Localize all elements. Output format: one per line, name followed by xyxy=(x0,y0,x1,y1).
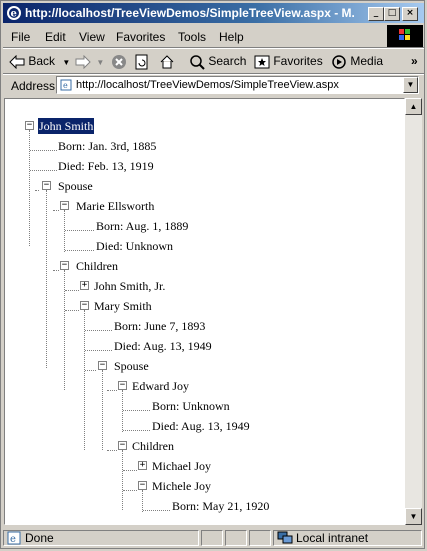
windows-logo-icon xyxy=(387,25,423,47)
expand-icon[interactable]: + xyxy=(80,281,89,290)
tree-view: − − − − + − − − − + − John Smith Born: J… xyxy=(5,99,404,524)
scroll-up-button[interactable]: ▲ xyxy=(405,98,422,115)
window-title: http://localhost/TreeViewDemos/SimpleTre… xyxy=(25,6,355,20)
svg-text:e: e xyxy=(10,534,16,545)
refresh-icon xyxy=(135,54,148,70)
expand-icon[interactable]: + xyxy=(138,461,147,470)
tree-node[interactable]: Mary Smith xyxy=(94,298,152,314)
status-pane xyxy=(225,530,247,546)
scroll-down-button[interactable]: ▼ xyxy=(405,508,422,525)
tree-node[interactable]: Died: Aug. 13, 1949 xyxy=(114,338,212,354)
maximize-button[interactable]: □ xyxy=(384,7,400,21)
menu-edit[interactable]: Edit xyxy=(45,30,66,44)
tree-node[interactable]: Children xyxy=(76,258,118,274)
back-arrow-icon xyxy=(9,54,25,69)
tree-node[interactable]: Born: May 21, 1920 xyxy=(172,498,269,514)
status-zone-pane: Local intranet xyxy=(273,530,422,546)
status-pane xyxy=(249,530,271,546)
tree-node[interactable]: Edward Joy xyxy=(132,378,189,394)
media-label: Media xyxy=(350,54,384,68)
browser-window: e http://localhost/TreeViewDemos/SimpleT… xyxy=(0,0,425,549)
media-icon xyxy=(332,55,346,69)
search-button[interactable]: Search xyxy=(189,52,246,70)
ie-icon: e xyxy=(7,6,21,20)
collapse-icon[interactable]: − xyxy=(25,121,34,130)
favorites-label: Favorites xyxy=(273,54,323,68)
svg-text:e: e xyxy=(63,81,68,90)
tree-node[interactable]: Michael Joy xyxy=(152,458,211,474)
status-bar: e Done Local intranet xyxy=(3,528,424,548)
menu-bar: File Edit View Favorites Tools Help xyxy=(3,25,424,48)
address-label: Address xyxy=(11,79,56,93)
toolbar: Back ▼ ▼ Search Favorites Media » xyxy=(3,48,424,74)
menu-favorites[interactable]: Favorites xyxy=(116,30,165,44)
collapse-icon[interactable]: − xyxy=(60,201,69,210)
address-input[interactable]: e http://localhost/TreeViewDemos/SimpleT… xyxy=(56,76,419,94)
collapse-icon[interactable]: − xyxy=(42,181,51,190)
tree-node[interactable]: Michele Joy xyxy=(152,478,211,494)
zone-text: Local intranet xyxy=(296,531,369,545)
menu-help[interactable]: Help xyxy=(219,30,244,44)
chevron-down-icon: ▼ xyxy=(62,58,71,67)
page-content: − − − − + − − − − + − John Smith Born: J… xyxy=(4,98,405,525)
address-bar: Address e http://localhost/TreeViewDemos… xyxy=(3,74,424,97)
collapse-icon[interactable]: − xyxy=(138,481,147,490)
tree-node[interactable]: Born: Aug. 1, 1889 xyxy=(96,218,188,234)
status-pane xyxy=(201,530,223,546)
tree-node[interactable]: Died: Aug. 13, 1949 xyxy=(152,418,250,434)
refresh-button[interactable] xyxy=(135,52,149,70)
svg-text:e: e xyxy=(11,9,17,20)
stop-icon xyxy=(112,54,126,69)
page-done-icon: e xyxy=(7,531,21,545)
forward-arrow-icon xyxy=(75,54,91,69)
favorites-button[interactable]: Favorites xyxy=(254,52,323,70)
tree-node[interactable]: Born: June 7, 1893 xyxy=(114,318,205,334)
tree-node[interactable]: Born: Jan. 3rd, 1885 xyxy=(58,138,156,154)
chevron-down-icon: ▼ xyxy=(96,58,105,67)
tree-node-selected[interactable]: John Smith xyxy=(36,117,96,135)
tree-node[interactable]: Died: Unknown xyxy=(96,238,173,254)
close-button[interactable]: × xyxy=(402,7,418,21)
tree-node[interactable]: John Smith, Jr. xyxy=(94,278,165,294)
search-label: Search xyxy=(208,54,247,68)
title-bar[interactable]: e http://localhost/TreeViewDemos/SimpleT… xyxy=(3,3,424,23)
page-icon: e xyxy=(60,79,72,91)
home-button[interactable] xyxy=(159,52,175,70)
menu-view[interactable]: View xyxy=(79,30,105,44)
minimize-button[interactable]: _ xyxy=(368,7,384,21)
home-icon xyxy=(160,55,174,69)
local-intranet-icon xyxy=(277,531,293,544)
collapse-icon[interactable]: − xyxy=(98,361,107,370)
stop-button[interactable] xyxy=(111,52,127,70)
collapse-icon[interactable]: − xyxy=(80,301,89,310)
forward-button[interactable]: ▼ xyxy=(75,52,104,70)
tree-node[interactable]: Marie Ellsworth xyxy=(76,198,154,214)
toolbar-overflow-icon[interactable]: » xyxy=(411,52,418,70)
tree-node[interactable]: Born: Unknown xyxy=(152,398,230,414)
back-button[interactable]: Back ▼ xyxy=(9,52,70,70)
media-button[interactable]: Media xyxy=(331,52,383,70)
menu-tools[interactable]: Tools xyxy=(178,30,206,44)
status-text: Done xyxy=(25,531,54,545)
menu-file[interactable]: File xyxy=(11,30,30,44)
status-pane-main: e Done xyxy=(3,530,199,546)
favorites-star-icon xyxy=(254,55,270,69)
collapse-icon[interactable]: − xyxy=(118,381,127,390)
collapse-icon[interactable]: − xyxy=(60,261,69,270)
search-icon xyxy=(190,55,205,70)
tree-node[interactable]: Spouse xyxy=(58,178,93,194)
tree-node[interactable]: Died: Feb. 13, 1919 xyxy=(58,158,154,174)
tree-node[interactable]: Spouse xyxy=(114,358,149,374)
collapse-icon[interactable]: − xyxy=(118,441,127,450)
back-label: Back xyxy=(28,54,56,68)
address-dropdown-button[interactable]: ▼ xyxy=(403,77,418,93)
address-url: http://localhost/TreeViewDemos/SimpleTre… xyxy=(76,79,339,91)
vertical-scrollbar[interactable]: ▲ ▼ xyxy=(405,98,422,525)
tree-node[interactable]: Children xyxy=(132,438,174,454)
